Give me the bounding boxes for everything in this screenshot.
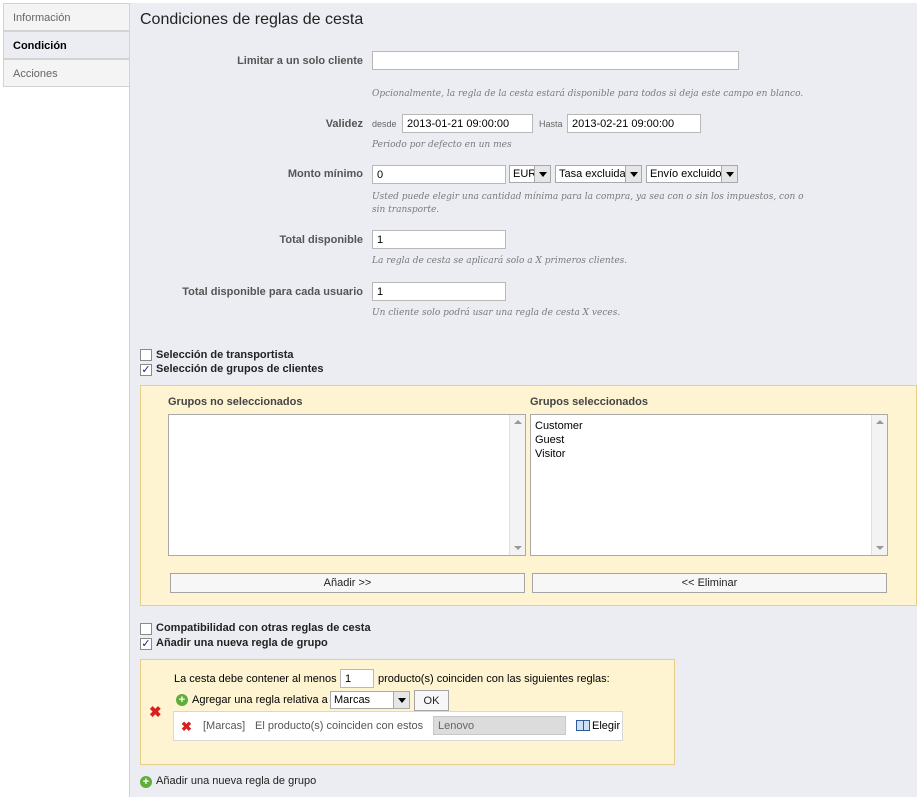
- tab-acciones[interactable]: Acciones: [3, 59, 130, 87]
- carrier-checkbox[interactable]: [140, 349, 152, 361]
- new-group-rule-link[interactable]: Añadir una nueva regla de grupo: [156, 775, 316, 787]
- scrollbar[interactable]: [871, 415, 887, 555]
- customer-groups-checkbox[interactable]: ✓: [140, 364, 152, 376]
- compatibility-checkbox[interactable]: [140, 623, 152, 635]
- tab-informacion[interactable]: Información: [3, 3, 130, 31]
- rule-type-tag: [Marcas]: [203, 720, 246, 732]
- remove-group-button[interactable]: << Eliminar: [532, 573, 887, 593]
- scroll-down-icon[interactable]: [514, 546, 522, 550]
- list-item[interactable]: Visitor: [535, 447, 583, 461]
- limit-customer-hint: Opcionalmente, la regla de la cesta esta…: [372, 89, 804, 99]
- tax-select-value: Tasa excluida: [559, 168, 626, 180]
- min-amount-label: Monto mínimo: [287, 168, 363, 180]
- chevron-down-icon: [721, 166, 737, 182]
- unselected-groups-title: Grupos no seleccionados: [168, 396, 303, 408]
- total-available-label: Total disponible: [279, 234, 363, 246]
- must-contain-suffix: producto(s) coinciden con las siguientes…: [378, 673, 610, 685]
- rule-type-select-value: Marcas: [334, 694, 371, 706]
- scroll-up-icon[interactable]: [876, 420, 884, 424]
- product-rule-checkbox-label: Añadir una nueva regla de grupo: [156, 637, 328, 649]
- tax-select[interactable]: Tasa excluida: [555, 165, 642, 183]
- shipping-select[interactable]: Envío excluido: [646, 165, 738, 183]
- total-per-user-input[interactable]: 1: [372, 282, 506, 301]
- add-icon[interactable]: +: [140, 776, 152, 788]
- list-item[interactable]: Guest: [535, 433, 583, 447]
- limit-customer-input[interactable]: [372, 51, 739, 70]
- limit-customer-label: Limitar a un solo cliente: [237, 55, 363, 67]
- min-amount-input[interactable]: 0: [372, 165, 506, 184]
- total-per-user-label: Total disponible para cada usuario: [182, 286, 363, 298]
- validity-to-label: Hasta: [539, 119, 563, 129]
- min-amount-hint-line2: sin transporte.: [372, 205, 440, 215]
- validity-to-input[interactable]: 2013-02-21 09:00:00: [567, 114, 701, 133]
- must-contain-prefix: La cesta debe contener al menos: [174, 673, 337, 685]
- min-amount-hint-line1: Usted puede elegir una cantidad mínima p…: [372, 192, 804, 202]
- page-title: Condiciones de reglas de cesta: [140, 11, 364, 28]
- total-available-input[interactable]: 1: [372, 230, 506, 249]
- validity-from-input[interactable]: 2013-01-21 09:00:00: [402, 114, 533, 133]
- rule-text: El producto(s) coinciden con estos: [255, 720, 424, 732]
- validity-label: Validez: [325, 118, 363, 130]
- scrollbar[interactable]: [509, 415, 525, 555]
- book-icon[interactable]: [576, 720, 590, 731]
- quantity-input[interactable]: 1: [340, 669, 374, 688]
- shipping-select-value: Envío excluido: [650, 168, 722, 180]
- carrier-checkbox-label: Selección de transportista: [156, 349, 294, 361]
- add-rule-label: Agregar una regla relativa a: [192, 694, 328, 706]
- scroll-down-icon[interactable]: [876, 546, 884, 550]
- remove-rule-icon[interactable]: ✖: [181, 719, 192, 734]
- selected-groups-title: Grupos seleccionados: [530, 396, 648, 408]
- chevron-down-icon: [625, 166, 641, 182]
- unselected-groups-list[interactable]: [168, 414, 526, 556]
- choose-link[interactable]: Elegir: [592, 720, 620, 732]
- remove-group-rule-icon[interactable]: ✖: [149, 705, 162, 720]
- add-icon[interactable]: +: [176, 694, 188, 706]
- currency-select[interactable]: EUR: [509, 165, 551, 183]
- currency-select-value: EUR: [513, 168, 537, 180]
- product-rule-checkbox[interactable]: ✓: [140, 638, 152, 650]
- validity-from-label: desde: [372, 119, 397, 129]
- rule-value-field: Lenovo: [433, 716, 566, 735]
- chevron-down-icon: [393, 692, 409, 708]
- scroll-up-icon[interactable]: [514, 420, 522, 424]
- rule-type-select[interactable]: Marcas: [330, 691, 410, 709]
- chevron-down-icon: [534, 166, 550, 182]
- total-available-hint: La regla de cesta se aplicará solo a X p…: [372, 256, 628, 266]
- tab-condicion[interactable]: Condición: [3, 31, 131, 59]
- list-item[interactable]: Customer: [535, 419, 583, 433]
- selected-groups-list[interactable]: Customer Guest Visitor: [530, 414, 888, 556]
- customer-groups-checkbox-label: Selección de grupos de clientes: [156, 363, 324, 375]
- tab-list: Información Condición Acciones: [3, 3, 131, 87]
- add-group-button[interactable]: Añadir >>: [170, 573, 525, 593]
- ok-button[interactable]: OK: [414, 690, 449, 711]
- total-per-user-hint: Un cliente solo podrá usar una regla de …: [372, 308, 621, 318]
- compatibility-checkbox-label: Compatibilidad con otras reglas de cesta: [156, 622, 371, 634]
- validity-hint: Periodo por defecto en un mes: [372, 140, 512, 150]
